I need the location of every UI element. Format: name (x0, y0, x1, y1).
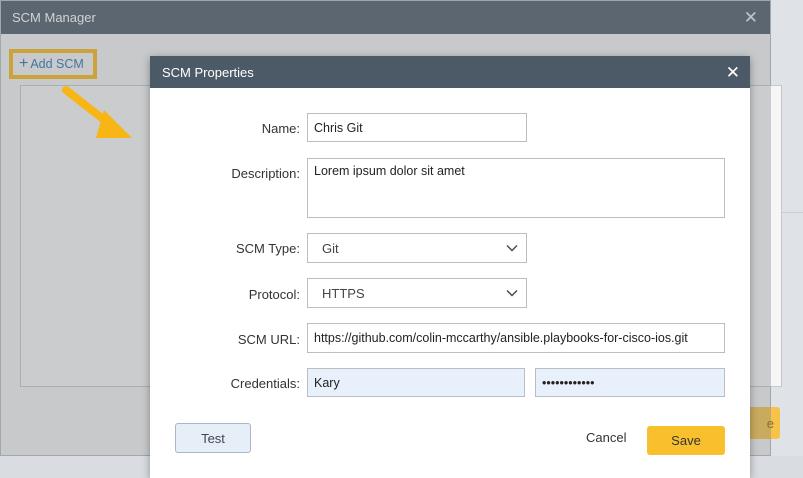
scm-url-input[interactable]: https://github.com/colin-mccarthy/ansibl… (307, 323, 725, 353)
scm-type-select[interactable]: Git (307, 233, 527, 263)
save-button[interactable]: Save (647, 426, 725, 455)
test-button[interactable]: Test (175, 423, 251, 453)
chevron-down-icon (506, 290, 518, 297)
scm-url-label: SCM URL: (237, 332, 300, 347)
name-label: Name: (261, 121, 300, 136)
scm-properties-dialog: SCM Properties ✕ Name: Chris Git Descrip… (150, 56, 750, 478)
protocol-label: Protocol: (248, 287, 300, 302)
scm-properties-titlebar: SCM Properties ✕ (150, 56, 750, 88)
protocol-select[interactable]: HTTPS (307, 278, 527, 308)
scm-type-value: Git (322, 240, 339, 256)
cancel-button[interactable]: Cancel (586, 430, 626, 445)
protocol-value: HTTPS (322, 285, 365, 301)
description-label: Description: (231, 166, 300, 181)
description-textarea[interactable]: Lorem ipsum dolor sit amet (307, 158, 725, 218)
dialog-title: SCM Properties (162, 64, 254, 80)
credentials-password-input[interactable]: •••••••••••• (535, 368, 725, 397)
scm-type-label: SCM Type: (235, 241, 300, 256)
credentials-label: Credentials: (230, 376, 300, 391)
dialog-close-icon[interactable]: ✕ (726, 64, 740, 81)
credentials-username-input[interactable]: Kary (307, 368, 525, 397)
pointer-arrow-icon (62, 86, 132, 138)
name-input[interactable]: Chris Git (307, 113, 527, 142)
chevron-down-icon (506, 245, 518, 252)
